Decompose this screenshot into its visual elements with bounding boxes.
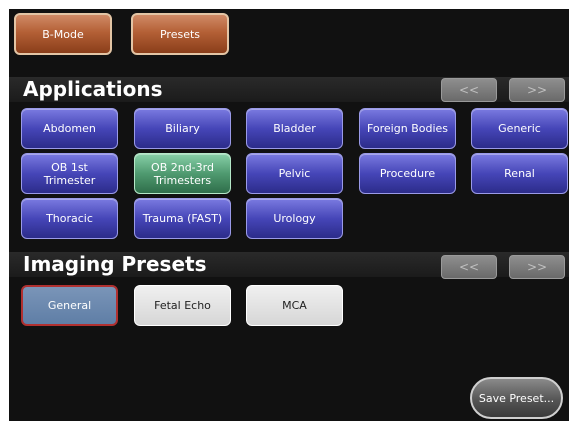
app-thoracic-button[interactable]: Thoracic: [21, 198, 118, 239]
app-pelvic-button[interactable]: Pelvic: [246, 153, 343, 194]
presets-prev-button[interactable]: <<: [441, 255, 497, 279]
applications-prev-button[interactable]: <<: [441, 78, 497, 102]
app-ob-2nd-3rd-trimesters-button[interactable]: OB 2nd-3rd Trimesters: [134, 153, 231, 194]
ultrasound-screen: B-Mode Presets Applications << >> Abdome…: [9, 9, 569, 421]
preset-mca-button[interactable]: MCA: [246, 285, 343, 326]
app-bladder-button[interactable]: Bladder: [246, 108, 343, 149]
preset-general-button[interactable]: General: [21, 285, 118, 326]
imaging-presets-title: Imaging Presets: [23, 252, 207, 276]
b-mode-button[interactable]: B-Mode: [14, 13, 112, 55]
applications-next-button[interactable]: >>: [509, 78, 565, 102]
save-preset-button[interactable]: Save Preset...: [470, 377, 563, 419]
applications-title: Applications: [23, 77, 163, 101]
presets-button[interactable]: Presets: [131, 13, 229, 55]
app-ob-1st-trimester-button[interactable]: OB 1st Trimester: [21, 153, 118, 194]
app-procedure-button[interactable]: Procedure: [359, 153, 456, 194]
app-foreign-bodies-button[interactable]: Foreign Bodies: [359, 108, 456, 149]
app-urology-button[interactable]: Urology: [246, 198, 343, 239]
preset-fetal-echo-button[interactable]: Fetal Echo: [134, 285, 231, 326]
app-biliary-button[interactable]: Biliary: [134, 108, 231, 149]
app-abdomen-button[interactable]: Abdomen: [21, 108, 118, 149]
app-renal-button[interactable]: Renal: [471, 153, 568, 194]
app-generic-button[interactable]: Generic: [471, 108, 568, 149]
app-trauma-fast-button[interactable]: Trauma (FAST): [134, 198, 231, 239]
presets-next-button[interactable]: >>: [509, 255, 565, 279]
